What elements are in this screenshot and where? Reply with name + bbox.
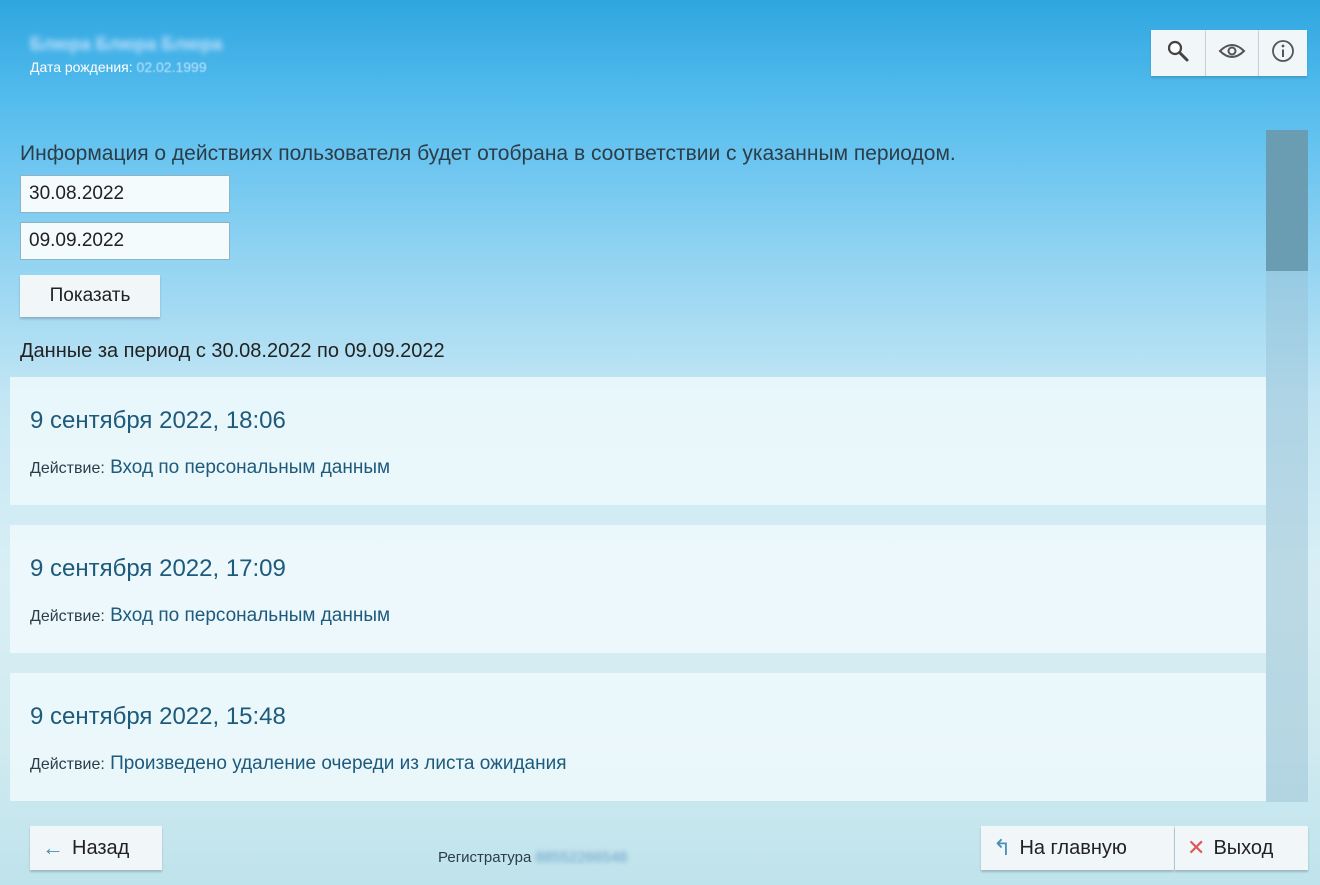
list-item: 9 сентября 2022, 17:09 Действие: Вход по… [10, 525, 1266, 653]
record-action-value: Вход по персональным данным [110, 457, 391, 478]
record-action-value: Произведено удаление очереди из листа ож… [110, 753, 567, 774]
record-action: Действие: Произведено удаление очереди и… [30, 753, 567, 775]
record-action-label: Действие: [30, 608, 105, 625]
arrow-left-icon: ← [42, 835, 64, 860]
footer: ← Назад Регистратура 88552266548 ↰ На гл… [0, 813, 1320, 885]
record-date: 9 сентября 2022, 15:48 [30, 703, 286, 730]
date-to-input[interactable] [20, 222, 230, 260]
record-action-value: Вход по персональным данным [110, 605, 391, 626]
scrollbar[interactable] [1266, 130, 1308, 802]
exit-button[interactable]: ✕ Выход [1175, 826, 1308, 870]
search-button[interactable] [1151, 30, 1206, 76]
birth-date-label: Дата рождения: [30, 59, 133, 75]
patient-name: Блюра Блюра Блюра [30, 34, 223, 54]
info-button[interactable] [1259, 30, 1307, 76]
birth-date: Дата рождения: 02.02.1999 [30, 59, 207, 75]
date-from-input[interactable] [20, 175, 230, 213]
filter-info-text: Информация о действиях пользователя буде… [20, 142, 956, 165]
visibility-button[interactable] [1206, 30, 1259, 76]
list-item: 9 сентября 2022, 15:48 Действие: Произве… [10, 673, 1266, 801]
search-icon [1166, 39, 1190, 68]
birth-date-value: 02.02.1999 [136, 59, 207, 75]
eye-icon [1218, 41, 1246, 66]
header: Блюра Блюра Блюра Дата рождения: 02.02.1… [10, 10, 1310, 110]
back-button[interactable]: ← Назад [30, 826, 162, 870]
exit-label: Выход [1213, 836, 1274, 859]
record-date: 9 сентября 2022, 17:09 [30, 555, 286, 582]
period-text: Данные за период с 30.08.2022 по 09.09.2… [20, 340, 445, 362]
close-icon: ✕ [1187, 835, 1206, 860]
registry-label: Регистратура [438, 849, 532, 866]
record-action: Действие: Вход по персональным данным [30, 605, 390, 627]
back-arrow-icon: ↰ [993, 835, 1012, 860]
record-action-label: Действие: [30, 756, 105, 773]
show-button[interactable]: Показать [20, 275, 160, 317]
record-action-label: Действие: [30, 460, 105, 477]
info-icon [1271, 39, 1295, 68]
home-label: На главную [1019, 836, 1127, 859]
scrollbar-thumb[interactable] [1266, 130, 1308, 271]
home-button[interactable]: ↰ На главную [981, 826, 1174, 870]
registry-info: Регистратура 88552266548 [438, 849, 627, 866]
record-date: 9 сентября 2022, 18:06 [30, 407, 286, 434]
back-label: Назад [72, 836, 130, 859]
registry-number: 88552266548 [535, 849, 628, 866]
record-action: Действие: Вход по персональным данным [30, 457, 390, 479]
list-item: 9 сентября 2022, 18:06 Действие: Вход по… [10, 377, 1266, 505]
top-toolbar [1151, 30, 1307, 76]
